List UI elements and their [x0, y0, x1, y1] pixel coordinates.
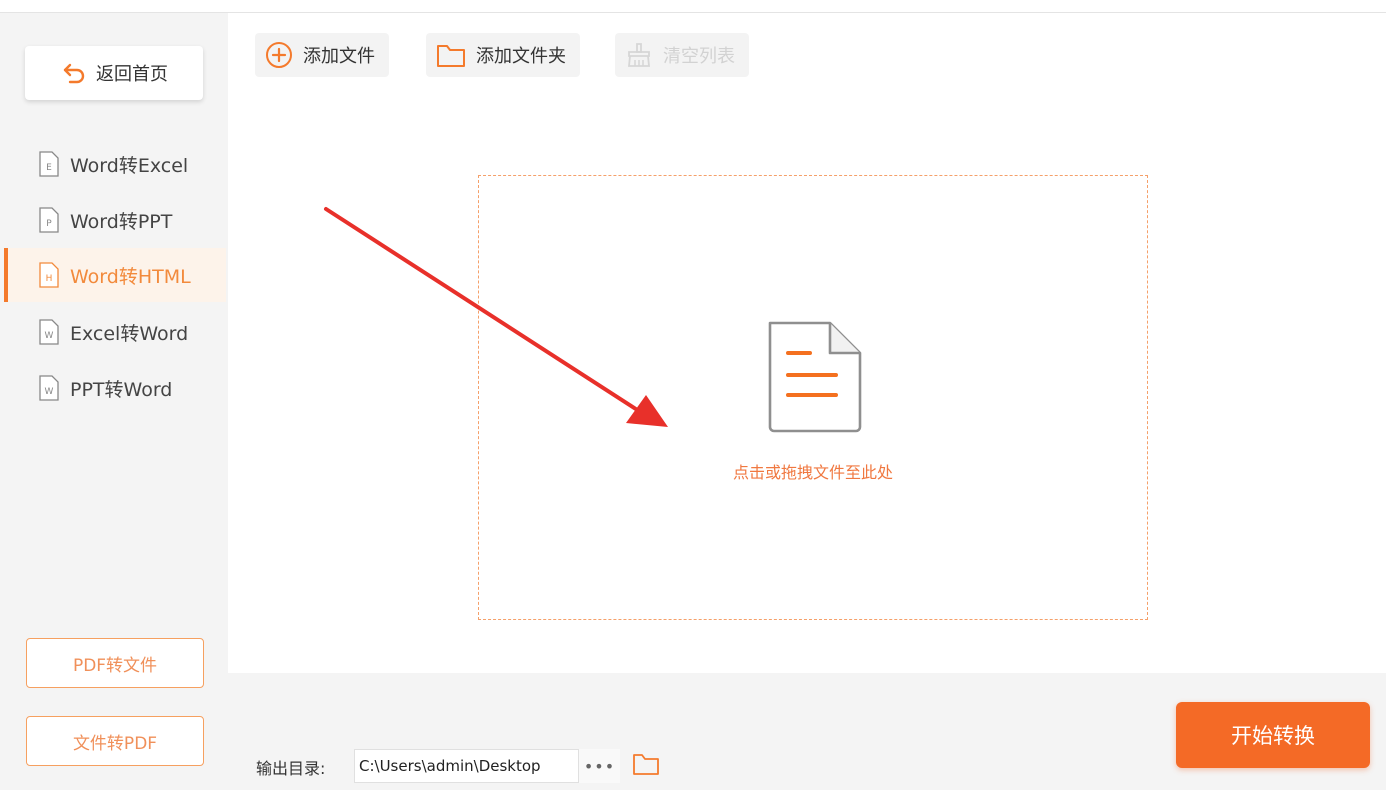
drop-hint: 点击或拖拽文件至此处	[732, 463, 893, 482]
open-folder-icon[interactable]	[632, 752, 660, 780]
svg-text:W: W	[45, 331, 54, 341]
ppt-file-icon: P	[38, 207, 60, 233]
back-home-button[interactable]: 返回首页	[25, 46, 203, 100]
word-file-icon: W	[38, 375, 60, 401]
nav-item-word-to-ppt[interactable]: P Word转PPT	[4, 193, 226, 247]
nav-item-word-to-html[interactable]: H Word转HTML	[4, 248, 226, 302]
broom-icon	[625, 41, 653, 69]
add-folder-button[interactable]: 添加文件夹	[426, 33, 580, 77]
svg-text:E: E	[46, 163, 52, 173]
main-panel: 添加文件 添加文件夹 清空列表 点击或拖拽文件至此处	[228, 13, 1386, 673]
document-icon	[764, 319, 864, 439]
back-home-label: 返回首页	[96, 64, 168, 85]
nav-item-label: PPT转Word	[70, 378, 173, 401]
clear-list-label: 清空列表	[663, 46, 735, 67]
nav-item-excel-to-word[interactable]: W Excel转Word	[4, 305, 226, 359]
add-file-button[interactable]: 添加文件	[255, 33, 389, 77]
output-directory-label: 输出目录:	[256, 759, 326, 778]
svg-text:H: H	[46, 274, 53, 284]
browse-output-button[interactable]: •••	[578, 749, 620, 783]
add-folder-label: 添加文件夹	[476, 46, 566, 67]
start-convert-button[interactable]: 开始转换	[1176, 702, 1370, 768]
window-top-bar	[0, 0, 1386, 13]
nav-item-word-to-excel[interactable]: E Word转Excel	[4, 137, 226, 191]
pdf-to-file-button[interactable]: PDF转文件	[26, 638, 204, 688]
svg-text:W: W	[45, 387, 54, 397]
svg-text:P: P	[46, 219, 52, 229]
nav-item-ppt-to-word[interactable]: W PPT转Word	[4, 361, 226, 415]
add-file-label: 添加文件	[303, 46, 375, 67]
excel-file-icon: E	[38, 151, 60, 177]
nav-item-label: Word转PPT	[70, 210, 173, 233]
file-to-pdf-button[interactable]: 文件转PDF	[26, 716, 204, 766]
html-file-icon: H	[38, 262, 60, 288]
nav-item-label: Word转HTML	[70, 265, 191, 288]
folder-icon	[436, 42, 466, 68]
file-drop-zone[interactable]: 点击或拖拽文件至此处	[478, 175, 1148, 620]
sidebar: 返回首页 E Word转Excel P Word转PPT H Word转HTML…	[0, 13, 228, 790]
plus-circle-icon	[265, 41, 293, 69]
clear-list-button[interactable]: 清空列表	[615, 33, 749, 77]
nav-item-label: Word转Excel	[70, 154, 189, 177]
footer-bar: 输出目录: C:\Users\admin\Desktop ••• 开始转换	[228, 673, 1386, 790]
undo-arrow-icon	[60, 59, 88, 87]
nav-item-label: Excel转Word	[70, 322, 189, 345]
word-file-icon: W	[38, 319, 60, 345]
